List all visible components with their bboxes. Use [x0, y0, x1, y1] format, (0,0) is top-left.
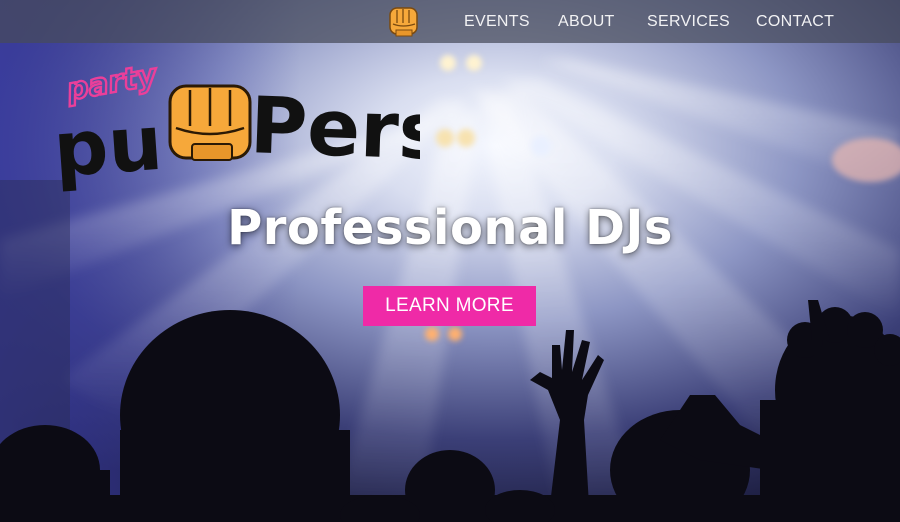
svg-text:Pers: Pers	[249, 81, 420, 178]
fist-icon[interactable]	[385, 3, 423, 39]
nav-link-about[interactable]: ABOUT	[558, 13, 615, 31]
nav-link-events[interactable]: EVENTS	[464, 13, 530, 31]
logo-fist-icon	[168, 84, 252, 161]
svg-text:pu: pu	[54, 98, 165, 194]
top-navbar: EVENTS ABOUT SERVICES CONTACT	[0, 0, 900, 43]
hero-section: EVENTS ABOUT SERVICES CONTACT party pu P…	[0, 0, 900, 522]
brand-logo[interactable]: party pu Pers	[54, 50, 420, 198]
learn-more-button[interactable]: LEARN MORE	[363, 286, 536, 326]
nav-link-services[interactable]: SERVICES	[647, 13, 730, 31]
nav-link-contact[interactable]: CONTACT	[756, 13, 834, 31]
hero-headline: Professional DJs	[227, 200, 673, 256]
